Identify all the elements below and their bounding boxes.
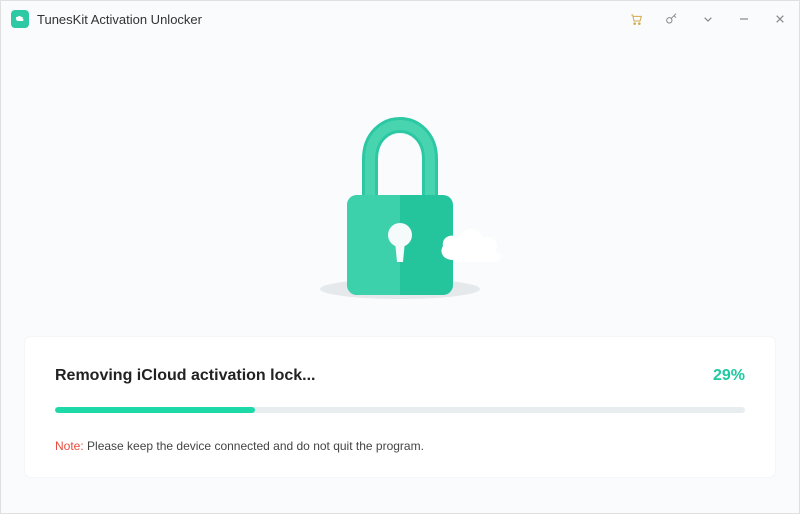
lock-icon bbox=[325, 107, 475, 307]
status-row: Removing iCloud activation lock... 29% bbox=[55, 367, 745, 385]
progress-panel: Removing iCloud activation lock... 29% N… bbox=[25, 337, 775, 477]
key-icon[interactable] bbox=[663, 10, 681, 28]
status-text: Removing iCloud activation lock... bbox=[55, 367, 315, 385]
cart-icon[interactable] bbox=[627, 10, 645, 28]
window-controls bbox=[627, 10, 789, 28]
note-row: Note: Please keep the device connected a… bbox=[55, 439, 745, 453]
note-label: Note: bbox=[55, 439, 84, 453]
progress-percent: 29% bbox=[713, 367, 745, 385]
main-area: Removing iCloud activation lock... 29% N… bbox=[1, 37, 799, 513]
note-text: Please keep the device connected and do … bbox=[84, 439, 424, 453]
progress-fill bbox=[55, 407, 255, 413]
minimize-button[interactable] bbox=[735, 10, 753, 28]
app-logo-icon bbox=[11, 10, 29, 28]
app-title: TunesKit Activation Unlocker bbox=[37, 12, 627, 27]
cloud-icon bbox=[435, 222, 505, 267]
progress-bar bbox=[55, 407, 745, 413]
chevron-down-icon[interactable] bbox=[699, 10, 717, 28]
titlebar: TunesKit Activation Unlocker bbox=[1, 1, 799, 37]
lock-illustration bbox=[280, 67, 520, 307]
close-button[interactable] bbox=[771, 10, 789, 28]
